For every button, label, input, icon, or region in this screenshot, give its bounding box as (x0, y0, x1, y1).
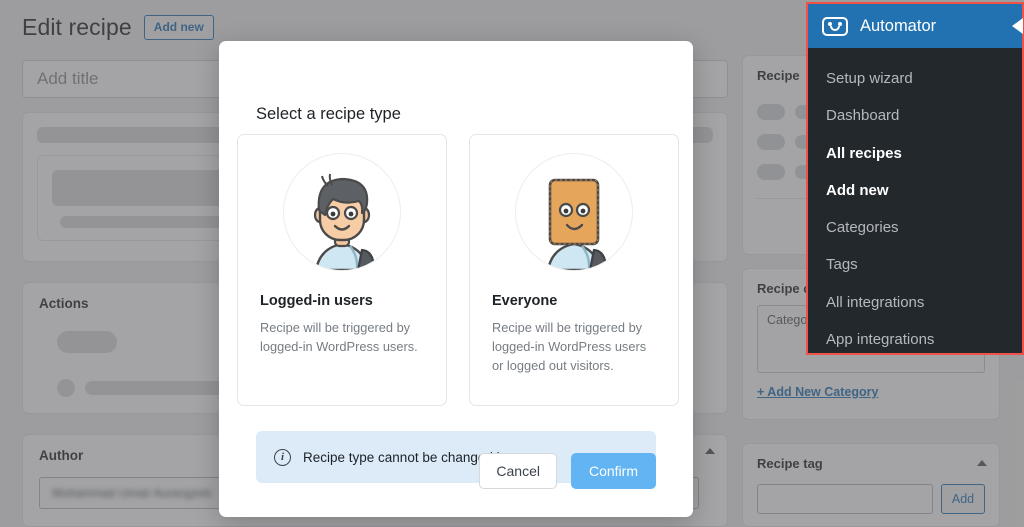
card-title: Everyone (492, 293, 656, 309)
menu-item-categories[interactable]: Categories (808, 209, 1022, 246)
automator-menu-title: Automator (860, 17, 936, 36)
recipe-type-card-list: Logged-in users Recipe will be triggered… (237, 134, 679, 406)
card-description: Recipe will be triggered by logged-in Wo… (492, 318, 656, 376)
menu-item-add-new[interactable]: Add new (808, 172, 1022, 209)
robot-mouth-icon (830, 26, 840, 31)
info-icon: i (274, 449, 291, 466)
boy-avatar-illustration (290, 166, 394, 270)
menu-item-all-recipes[interactable]: All recipes (808, 135, 1022, 172)
automator-admin-menu: Automator Setup wizard Dashboard All rec… (806, 2, 1024, 355)
automator-menu-header[interactable]: Automator (808, 4, 1022, 48)
recipe-type-card-logged-in-users[interactable]: Logged-in users Recipe will be triggered… (237, 134, 447, 406)
menu-item-all-integrations[interactable]: All integrations (808, 284, 1022, 321)
menu-item-app-integrations[interactable]: App integrations (808, 321, 1022, 358)
card-description: Recipe will be triggered by logged-in Wo… (260, 318, 424, 356)
modal-action-bar: Cancel Confirm (479, 453, 656, 489)
paper-bag-avatar (515, 153, 633, 271)
recipe-type-card-everyone[interactable]: Everyone Recipe will be triggered by log… (469, 134, 679, 406)
automator-menu-list: Setup wizard Dashboard All recipes Add n… (808, 48, 1022, 358)
boy-avatar (283, 153, 401, 271)
card-title: Logged-in users (260, 293, 424, 309)
cancel-button[interactable]: Cancel (479, 453, 557, 489)
triangle-left-icon[interactable] (1012, 18, 1023, 34)
modal-title: Select a recipe type (256, 105, 401, 124)
menu-item-setup-wizard[interactable]: Setup wizard (808, 60, 1022, 97)
paper-bag-avatar-illustration (522, 166, 626, 270)
automator-robot-icon (822, 17, 848, 36)
menu-item-tags[interactable]: Tags (808, 246, 1022, 283)
menu-item-dashboard[interactable]: Dashboard (808, 97, 1022, 134)
recipe-type-modal: Select a recipe type (219, 41, 693, 517)
screen: Edit recipe Add new Add title Actions (0, 0, 1024, 527)
confirm-button[interactable]: Confirm (571, 453, 656, 489)
